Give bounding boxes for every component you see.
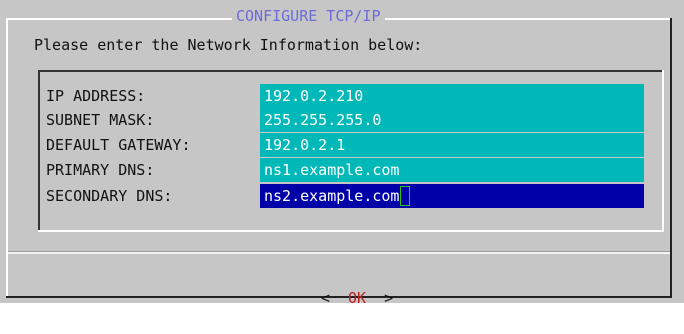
primary-dns-label: PRIMARY DNS: [46, 161, 155, 179]
button-separator [8, 251, 670, 254]
ok-button-right-bracket: > [384, 289, 394, 307]
subnet-mask-field[interactable]: 255.255.255.0 [260, 108, 644, 132]
text-cursor [400, 185, 411, 206]
primary-dns-field[interactable]: ns1.example.com [260, 158, 644, 182]
dialog-border-left [6, 18, 8, 296]
ip-address-field[interactable]: 192.0.2.210 [260, 84, 644, 108]
dialog-border-right [670, 18, 672, 298]
tcpip-dialog: CONFIGURE TCP/IP Please enter the Networ… [0, 0, 684, 307]
form-row-primary-dns: PRIMARY DNS: ns1.example.com [46, 158, 644, 182]
form-frame-bottom [38, 230, 664, 232]
ip-address-label: IP ADDRESS: [46, 87, 146, 105]
secondary-dns-field[interactable]: ns2.example.com [260, 184, 644, 208]
subnet-mask-value: 255.255.255.0 [264, 111, 382, 129]
form-frame-right [662, 70, 664, 232]
form-row-secondary-dns: SECONDARY DNS: ns2.example.com [46, 184, 644, 208]
ok-button-left-bracket: < [320, 289, 330, 307]
dialog-title: CONFIGURE TCP/IP [232, 5, 385, 27]
secondary-dns-label: SECONDARY DNS: [46, 187, 173, 205]
ip-address-value: 192.0.2.210 [264, 87, 364, 105]
form-frame-left [38, 70, 40, 232]
button-bar: < OK > [8, 262, 670, 307]
form-row-ip-address: IP ADDRESS: 192.0.2.210 [46, 84, 644, 108]
ok-button-label: OK [348, 289, 367, 307]
dialog-prompt: Please enter the Network Information bel… [34, 36, 423, 54]
default-gateway-value: 192.0.2.1 [264, 136, 346, 154]
default-gateway-label: DEFAULT GATEWAY: [46, 136, 191, 154]
default-gateway-field[interactable]: 192.0.2.1 [260, 133, 644, 157]
ok-button[interactable]: < OK > [321, 289, 393, 307]
secondary-dns-value: ns2.example.com [264, 187, 400, 205]
subnet-mask-label: SUBNET MASK: [46, 111, 155, 129]
form-frame-top [38, 70, 664, 72]
primary-dns-value: ns1.example.com [264, 161, 400, 179]
form-row-default-gateway: DEFAULT GATEWAY: 192.0.2.1 [46, 133, 644, 157]
form-row-subnet-mask: SUBNET MASK: 255.255.255.0 [46, 108, 644, 132]
